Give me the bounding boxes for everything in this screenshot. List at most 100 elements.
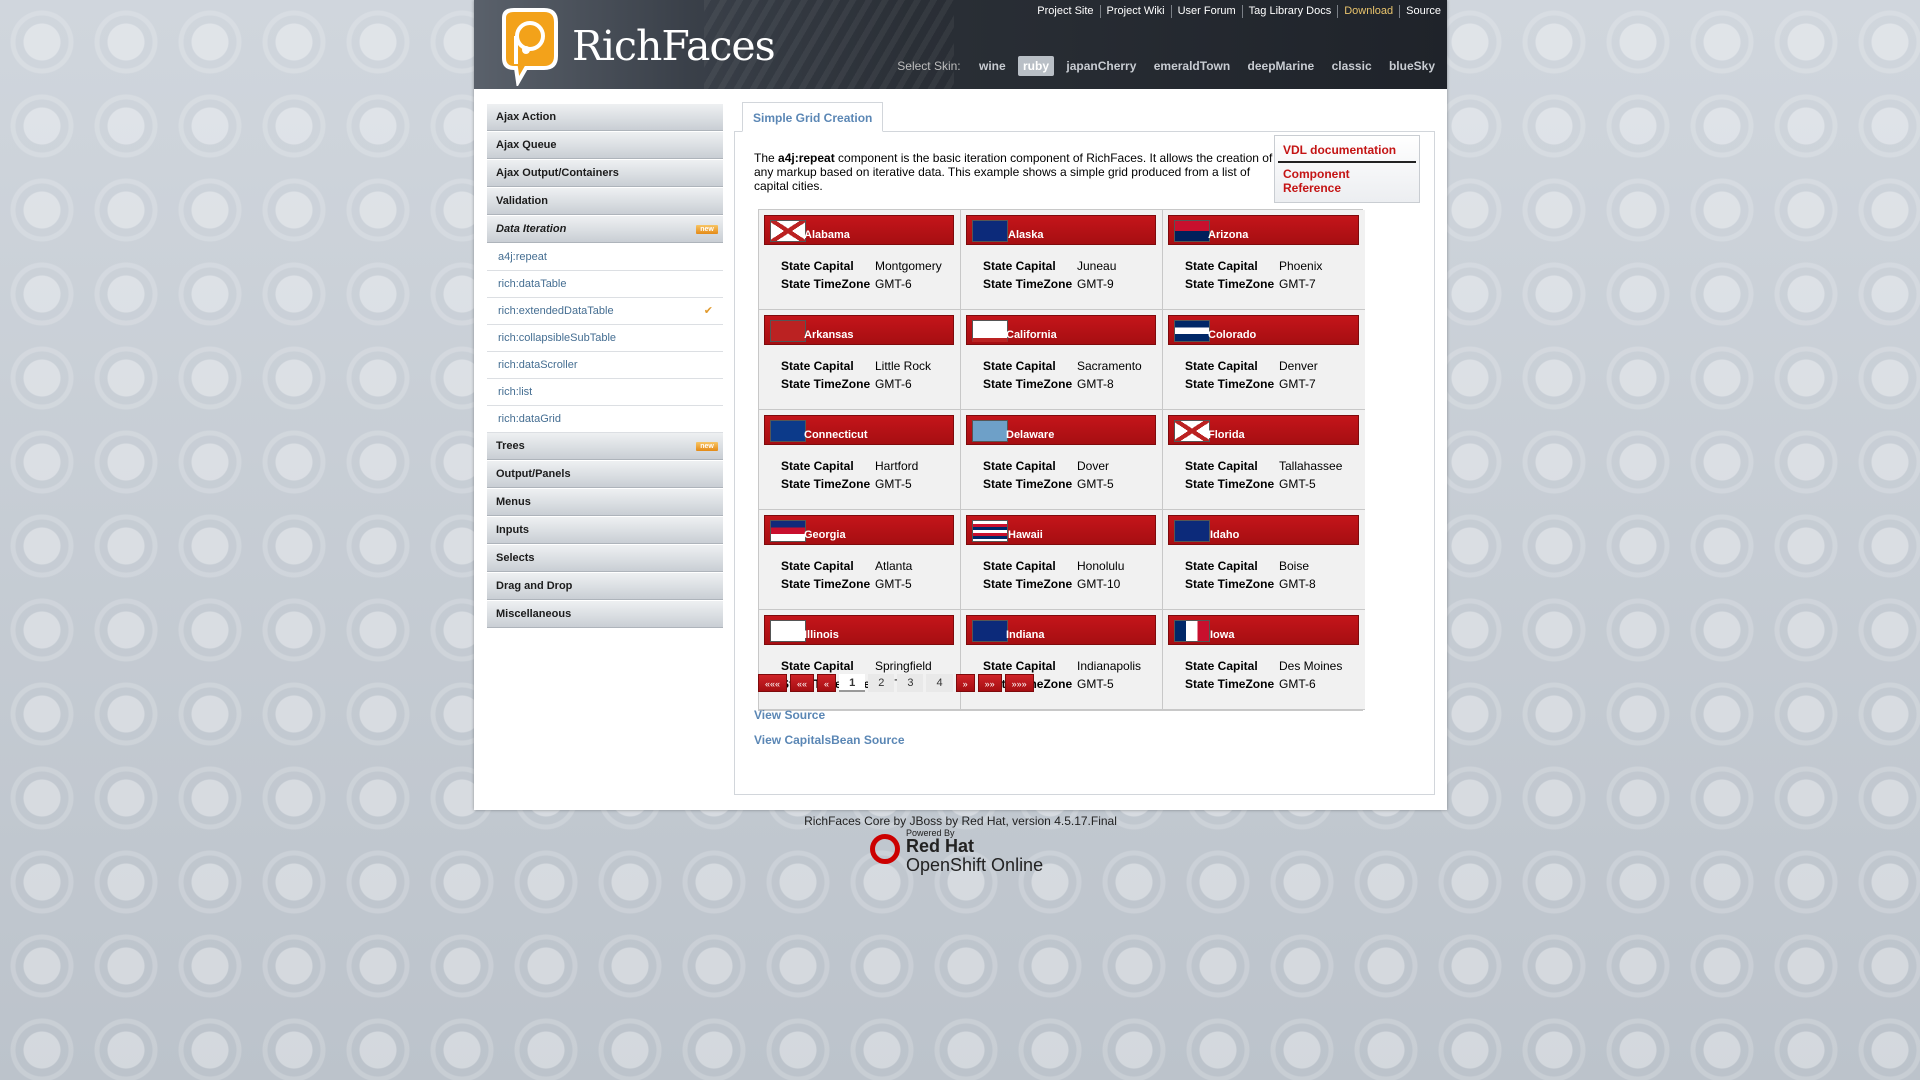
skin-wine[interactable]: wine bbox=[974, 56, 1011, 76]
sidebar-item-a4j-repeat[interactable]: a4j:repeat bbox=[487, 244, 723, 271]
capital-label: State Capital bbox=[781, 659, 854, 673]
timezone-value: GMT-8 bbox=[1077, 377, 1114, 391]
project-site-link[interactable]: Project Site bbox=[1031, 5, 1099, 18]
skin-ruby[interactable]: ruby bbox=[1018, 56, 1055, 76]
grid-cell: Alaska State Capital Juneau State TimeZone G… bbox=[961, 210, 1163, 310]
state-header: Delaware bbox=[966, 415, 1156, 445]
sidebar-group-ajax-action[interactable]: Ajax Action bbox=[487, 104, 723, 131]
sidebar-group-menus[interactable]: Menus bbox=[487, 489, 723, 516]
capital-value: Atlanta bbox=[875, 559, 913, 573]
component-reference-link[interactable]: Component Reference bbox=[1278, 161, 1416, 199]
state-name: Arizona bbox=[1208, 229, 1249, 241]
timezone-label: State TimeZone bbox=[983, 577, 1073, 591]
state-header: Alabama bbox=[764, 215, 954, 245]
last-page-button[interactable]: »»» bbox=[1004, 674, 1034, 692]
sidebar-item-rich-datagrid[interactable]: rich:dataGrid bbox=[487, 406, 723, 433]
vdl-documentation-link[interactable]: VDL documentation bbox=[1278, 139, 1416, 161]
state-flag-icon bbox=[770, 520, 806, 542]
skin-bluesky[interactable]: blueSky bbox=[1384, 56, 1440, 76]
timezone-label: State TimeZone bbox=[983, 277, 1073, 291]
state-flag-icon bbox=[972, 420, 1008, 442]
capital-row: State Capital Sacramento bbox=[983, 357, 1142, 375]
user-forum-link[interactable]: User Forum bbox=[1170, 5, 1242, 18]
source-link[interactable]: Source bbox=[1399, 5, 1447, 18]
sidebar-group-ajax-output[interactable]: Ajax Output/Containers bbox=[487, 160, 723, 187]
timezone-row: State TimeZone GMT-8 bbox=[1185, 575, 1316, 593]
sidebar-group-output-panels[interactable]: Output/Panels bbox=[487, 461, 723, 488]
timezone-row: State TimeZone GMT-6 bbox=[781, 275, 942, 293]
sidebar-group-selects[interactable]: Selects bbox=[487, 545, 723, 572]
state-header: Colorado bbox=[1168, 315, 1359, 345]
capital-row: State Capital Boise bbox=[1185, 557, 1316, 575]
timezone-label: State TimeZone bbox=[1185, 277, 1275, 291]
sidebar-group-inputs[interactable]: Inputs bbox=[487, 517, 723, 544]
capital-label: State Capital bbox=[1185, 559, 1258, 573]
first-page-button[interactable]: ««« bbox=[758, 674, 788, 692]
view-source-link[interactable]: View Source bbox=[754, 708, 825, 722]
tab-simple-grid-creation[interactable]: Simple Grid Creation bbox=[742, 102, 884, 132]
state-flag-icon bbox=[972, 220, 1008, 242]
state-name: Hawaii bbox=[1008, 529, 1043, 541]
sidebar-item-rich-collapsiblesubtable[interactable]: rich:collapsibleSubTable bbox=[487, 325, 723, 352]
previous-page-button[interactable]: « bbox=[817, 674, 837, 692]
content-area: Simple Grid Creation The a4j:repeat comp… bbox=[734, 102, 1435, 795]
sidebar-group-ajax-queue[interactable]: Ajax Queue bbox=[487, 132, 723, 159]
capital-label: State Capital bbox=[1185, 659, 1258, 673]
data-scroller: ««« «« «1 2 3 4»»»»»» bbox=[758, 674, 1037, 694]
capital-label: State Capital bbox=[781, 559, 854, 573]
logo[interactable]: RichFaces bbox=[496, 8, 776, 86]
sidebar-item-rich-datascroller[interactable]: rich:dataScroller bbox=[487, 352, 723, 379]
sidebar-group-validation[interactable]: Validation bbox=[487, 188, 723, 215]
page-4[interactable]: 4 bbox=[926, 674, 953, 692]
powered-by-openshift-logo[interactable]: Powered By Red Hat OpenShift Online bbox=[868, 828, 1058, 878]
timezone-label: State TimeZone bbox=[781, 577, 871, 591]
next-page-button[interactable]: » bbox=[955, 674, 975, 692]
grid-cell: Alabama State Capital Montgomery State Time… bbox=[759, 210, 961, 310]
state-header: California bbox=[966, 315, 1156, 345]
logo-text: RichFaces bbox=[572, 22, 776, 70]
data-iteration-list: a4j:repeat rich:dataTable rich:extendedD… bbox=[487, 244, 723, 433]
sidebar-group-drag-and-drop[interactable]: Drag and Drop bbox=[487, 573, 723, 600]
tag-library-docs-link[interactable]: Tag Library Docs bbox=[1241, 5, 1338, 18]
sidebar-item-rich-list[interactable]: rich:list bbox=[487, 379, 723, 406]
capital-value: Juneau bbox=[1077, 259, 1117, 273]
skin-emeraldtown[interactable]: emeraldTown bbox=[1149, 56, 1235, 76]
grid-cell: Idaho State Capital Boise State TimeZone GMT… bbox=[1163, 510, 1365, 610]
timezone-row: State TimeZone GMT-6 bbox=[1185, 675, 1342, 693]
state-name: Alaska bbox=[1008, 229, 1044, 241]
project-wiki-link[interactable]: Project Wiki bbox=[1099, 5, 1171, 18]
sidebar-group-miscellaneous[interactable]: Miscellaneous bbox=[487, 601, 723, 628]
state-header: Illinois bbox=[764, 615, 954, 645]
state-name: Georgia bbox=[804, 529, 846, 541]
timezone-value: GMT-7 bbox=[1279, 377, 1316, 391]
fast-rewind-button[interactable]: «« bbox=[790, 674, 815, 692]
skin-japancherry[interactable]: japanCherry bbox=[1061, 56, 1141, 76]
view-capitalsbean-source-link[interactable]: View CapitalsBean Source bbox=[754, 733, 905, 747]
page-3[interactable]: 3 bbox=[897, 674, 924, 692]
timezone-value: GMT-8 bbox=[1279, 577, 1316, 591]
sidebar-group-trees[interactable]: Trees new bbox=[487, 433, 723, 460]
documentation-box: VDL documentation Component Reference bbox=[1274, 135, 1420, 203]
footer-text: RichFaces Core by JBoss by Red Hat, vers… bbox=[804, 814, 1117, 828]
sidebar-group-data-iteration[interactable]: Data Iteration new bbox=[487, 216, 723, 243]
state-header: Iowa bbox=[1168, 615, 1359, 645]
skin-deepmarine[interactable]: deepMarine bbox=[1243, 56, 1320, 76]
page-2[interactable]: 2 bbox=[868, 674, 895, 692]
top-links: Project Site Project Wiki User Forum Tag Li… bbox=[1031, 5, 1447, 21]
grid-cell: Delaware State Capital Dover State TimeZone… bbox=[961, 410, 1163, 510]
download-link[interactable]: Download bbox=[1337, 5, 1399, 18]
state-info: State Capital Des Moines State TimeZone GMT… bbox=[1185, 657, 1342, 693]
state-info: State Capital Sacramento State TimeZone GMT… bbox=[983, 357, 1142, 393]
sidebar-item-rich-datatable[interactable]: rich:dataTable bbox=[487, 271, 723, 298]
fast-forward-button[interactable]: »» bbox=[977, 674, 1002, 692]
timezone-row: State TimeZone GMT-10 bbox=[983, 575, 1124, 593]
sidebar-item-rich-extendeddatatable[interactable]: rich:extendedDataTable ✔ bbox=[487, 298, 723, 325]
header: RichFaces Project Site Project Wiki User F… bbox=[474, 0, 1447, 89]
state-flag-icon bbox=[972, 620, 1008, 642]
state-flag-icon bbox=[1174, 320, 1210, 342]
capital-label: State Capital bbox=[781, 359, 854, 373]
page-1[interactable]: 1 bbox=[839, 674, 866, 692]
skin-classic[interactable]: classic bbox=[1327, 56, 1377, 76]
red-hat-logo-icon bbox=[870, 834, 900, 864]
capital-row: State Capital Indianapolis bbox=[983, 657, 1141, 675]
